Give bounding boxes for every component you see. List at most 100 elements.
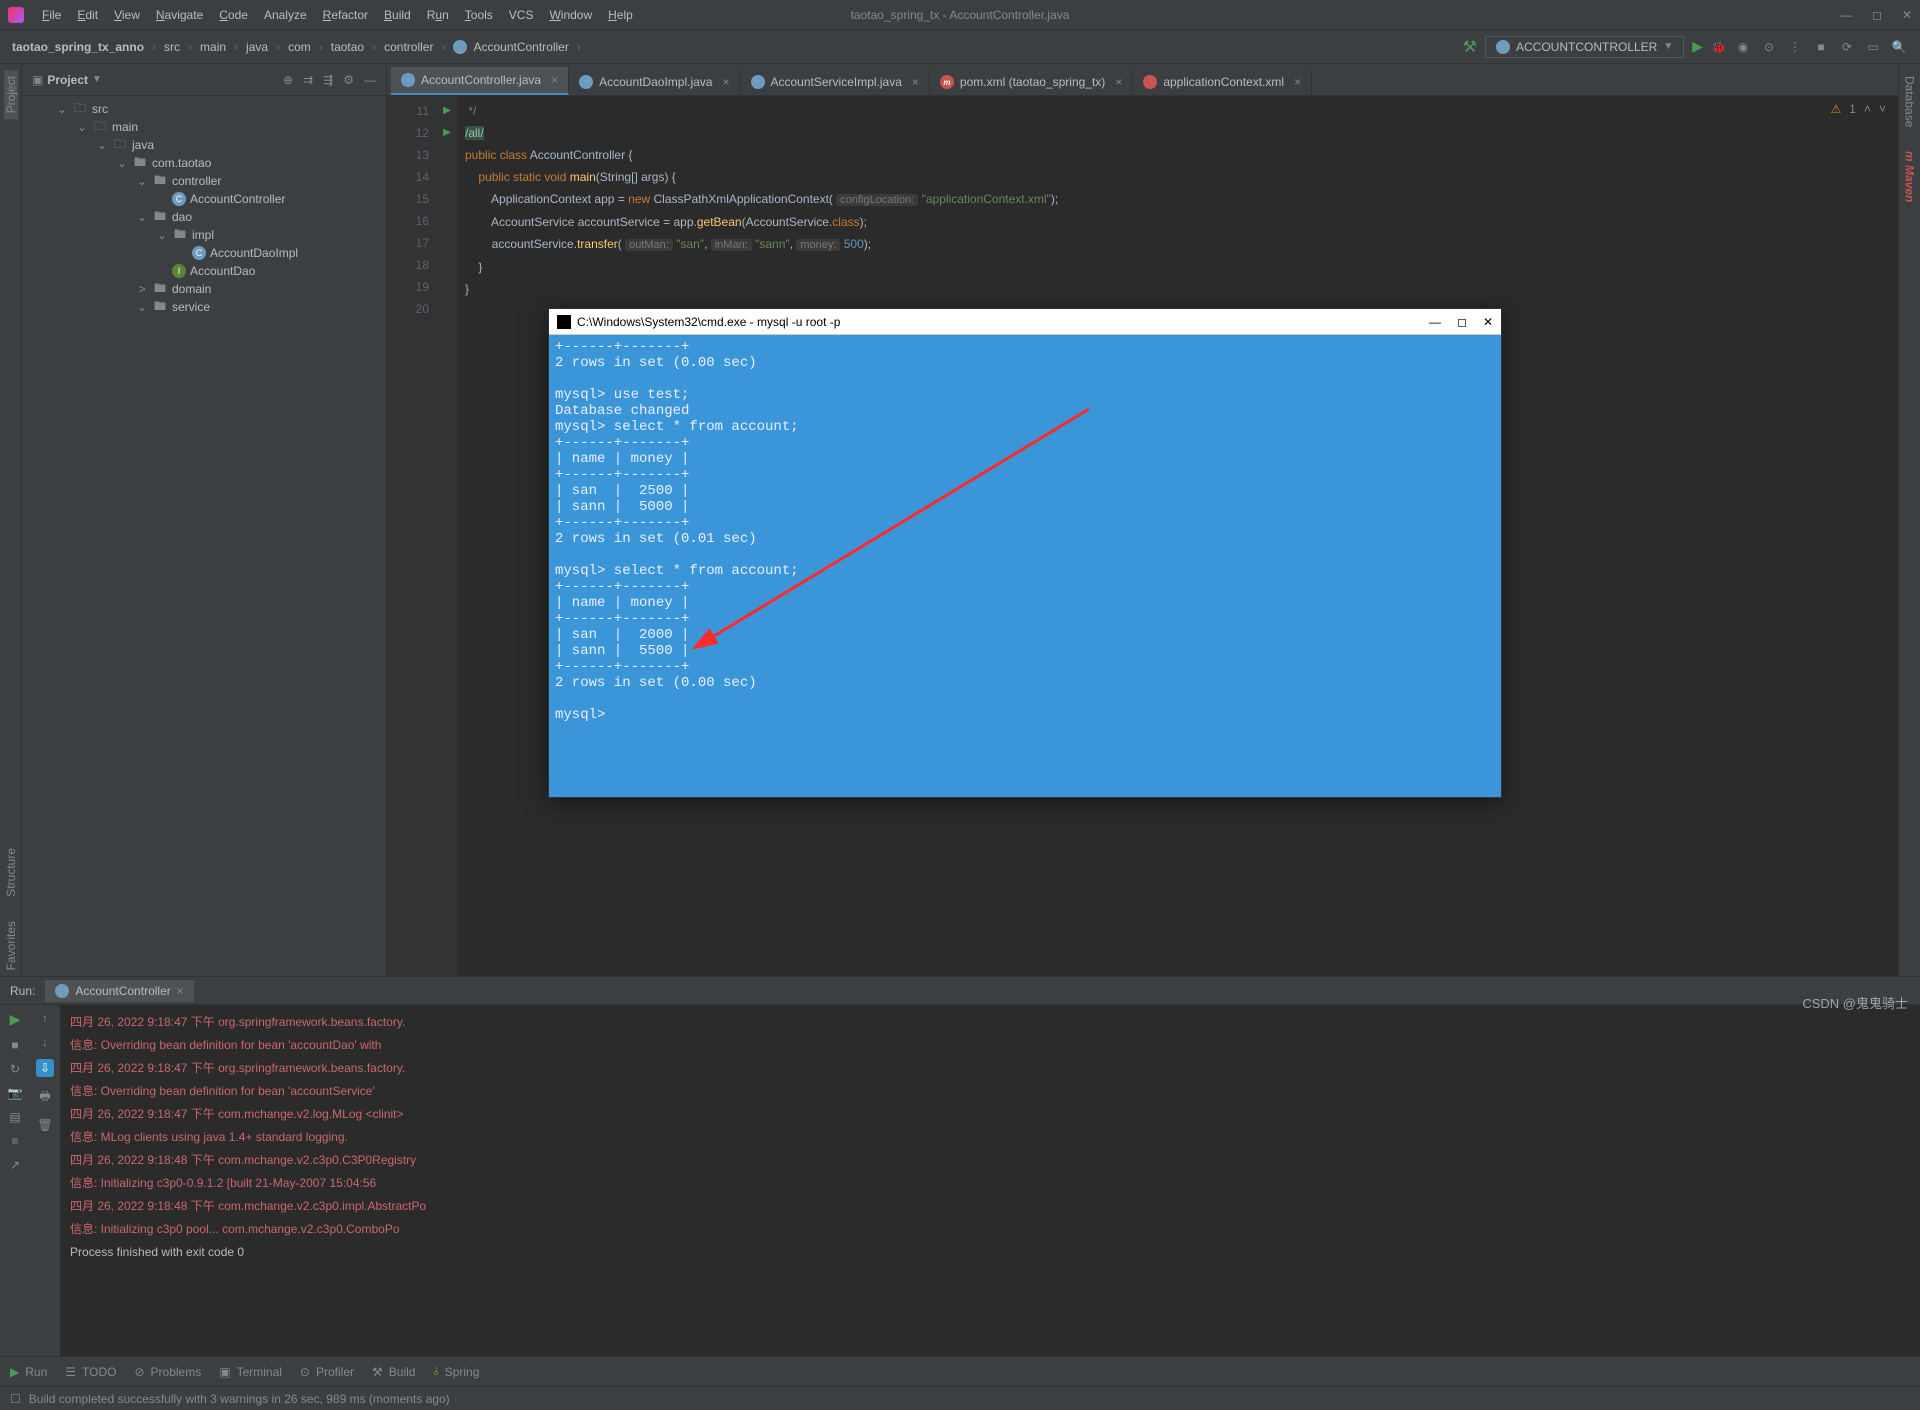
profiler-icon[interactable]: ⊙: [1760, 40, 1778, 54]
tree-item[interactable]: >🖿domain: [22, 280, 386, 298]
close-icon[interactable]: ×: [177, 984, 184, 998]
expand-icon[interactable]: ⇉: [303, 73, 313, 87]
project-tree[interactable]: ⌄🗀src⌄🗀main⌄🗀java⌄🖿com.taotao⌄🖿controlle…: [22, 96, 386, 976]
menu-refactor[interactable]: Refactor: [315, 8, 376, 22]
tool-build[interactable]: ⚒Build: [372, 1365, 415, 1379]
sidebar-tab-project[interactable]: Project: [4, 70, 18, 119]
tool-todo[interactable]: ☰TODO: [65, 1365, 116, 1379]
debug-icon[interactable]: 🐞: [1711, 40, 1726, 54]
collapse-icon[interactable]: ⇶: [323, 73, 333, 87]
menu-tools[interactable]: Tools: [457, 8, 501, 22]
tree-item[interactable]: CAccountController: [22, 190, 386, 208]
crumb[interactable]: AccountController: [473, 40, 568, 54]
select-opened-icon[interactable]: ⊕: [283, 73, 293, 87]
sidebar-tab-database[interactable]: Database: [1903, 70, 1917, 133]
editor-tab[interactable]: applicationContext.xml×: [1133, 69, 1312, 95]
menu-edit[interactable]: Edit: [69, 8, 106, 22]
editor-tab[interactable]: AccountController.java×: [391, 67, 569, 95]
editor-inspections[interactable]: ⚠ 1 ˄ ˅: [1831, 102, 1886, 116]
tree-item[interactable]: ⌄🖿dao: [22, 208, 386, 226]
chevron-up-icon[interactable]: ˄: [1864, 102, 1871, 116]
stop-icon[interactable]: ■: [1812, 40, 1830, 54]
search-icon[interactable]: 🔍: [1890, 40, 1908, 54]
crumb[interactable]: taotao: [331, 40, 364, 54]
tree-item[interactable]: ⌄🖿com.taotao: [22, 154, 386, 172]
minimize-icon[interactable]: —: [1429, 315, 1441, 329]
settings-icon[interactable]: ⚙: [343, 73, 354, 87]
exit-icon[interactable]: ↗: [10, 1158, 20, 1172]
tool-problems[interactable]: ⊘Problems: [134, 1365, 201, 1379]
vcs-icon[interactable]: ⟳: [1838, 40, 1856, 54]
print-icon[interactable]: 🖶: [39, 1087, 50, 1108]
tool-terminal[interactable]: ▣Terminal: [219, 1365, 282, 1379]
cmd-titlebar[interactable]: C:\Windows\System32\cmd.exe - mysql -u r…: [549, 309, 1501, 335]
menu-navigate[interactable]: Navigate: [148, 8, 211, 22]
sidebar-tab-structure[interactable]: Structure: [4, 842, 18, 903]
up-icon[interactable]: ↑: [42, 1011, 48, 1025]
tree-item[interactable]: ⌄🖿service: [22, 298, 386, 316]
menu-vcs[interactable]: VCS: [501, 8, 542, 22]
build-icon[interactable]: ⚒: [1463, 37, 1477, 57]
tree-item[interactable]: ⌄🗀java: [22, 136, 386, 154]
restart-icon[interactable]: ↻: [10, 1062, 20, 1076]
tree-item[interactable]: ⌄🖿impl: [22, 226, 386, 244]
run-tab[interactable]: AccountController ×: [45, 980, 193, 1002]
camera-icon[interactable]: 📷: [8, 1086, 23, 1100]
crumb[interactable]: src: [164, 40, 180, 54]
app-icon: [8, 7, 24, 23]
menu-code[interactable]: Code: [211, 8, 256, 22]
editor-tab[interactable]: AccountServiceImpl.java×: [741, 69, 930, 95]
pin-icon[interactable]: ≡: [11, 1134, 18, 1148]
toolbar: taotao_spring_tx_anno› src› main› java› …: [0, 30, 1920, 64]
chevron-down-icon[interactable]: ˅: [1879, 102, 1886, 116]
tree-item[interactable]: ⌄🗀src: [22, 100, 386, 118]
tree-item[interactable]: ⌄🗀main: [22, 118, 386, 136]
crumb-project[interactable]: taotao_spring_tx_anno: [12, 40, 144, 54]
cmd-output[interactable]: +------+-------+ 2 rows in set (0.00 sec…: [549, 335, 1501, 797]
cmd-window[interactable]: C:\Windows\System32\cmd.exe - mysql -u r…: [548, 308, 1502, 798]
ide-icon[interactable]: ▭: [1864, 40, 1882, 54]
crumb[interactable]: controller: [384, 40, 433, 54]
menu-build[interactable]: Build: [376, 8, 419, 22]
soft-wrap-icon[interactable]: ⇩: [36, 1059, 54, 1077]
clear-icon[interactable]: 🗑: [37, 1118, 52, 1132]
maximize-icon[interactable]: ◻: [1872, 8, 1882, 22]
editor-tab[interactable]: AccountDaoImpl.java×: [569, 69, 740, 95]
console-output[interactable]: 四月 26, 2022 9:18:47 下午 org.springframewo…: [60, 1005, 1920, 1356]
line-gutter: 11121314151617181920: [387, 96, 437, 976]
rerun-icon[interactable]: ▶: [10, 1011, 21, 1028]
tool-spring[interactable]: ⫰Spring: [433, 1364, 479, 1379]
attach-icon[interactable]: ⋮: [1786, 40, 1804, 54]
tool-run[interactable]: ▶Run: [10, 1365, 47, 1379]
run-config-dropdown[interactable]: ACCOUNTCONTROLLER ▼: [1485, 36, 1684, 58]
editor-tab[interactable]: mpom.xml (taotao_spring_tx)×: [930, 69, 1133, 95]
minimize-icon[interactable]: —: [1840, 8, 1852, 22]
sidebar-tab-favorites[interactable]: Favorites: [4, 915, 18, 976]
menu-view[interactable]: View: [106, 8, 148, 22]
bottom-tool-bar: ▶Run ☰TODO ⊘Problems ▣Terminal ⊙Profiler…: [0, 1356, 1920, 1386]
crumb[interactable]: java: [246, 40, 268, 54]
coverage-icon[interactable]: ◉: [1734, 40, 1752, 54]
tree-item[interactable]: IAccountDao: [22, 262, 386, 280]
warning-count: 1: [1849, 102, 1856, 116]
menu-help[interactable]: Help: [600, 8, 641, 22]
menu-window[interactable]: Window: [541, 8, 600, 22]
menu-file[interactable]: FFileile: [34, 8, 69, 22]
menu-run[interactable]: Run: [419, 8, 457, 22]
project-panel-title: Project: [47, 73, 88, 87]
close-icon[interactable]: ✕: [1483, 315, 1493, 329]
tree-item[interactable]: CAccountDaoImpl: [22, 244, 386, 262]
maximize-icon[interactable]: ◻: [1457, 315, 1467, 329]
run-icon[interactable]: ▶: [1692, 38, 1703, 55]
crumb[interactable]: main: [200, 40, 226, 54]
layout-icon[interactable]: ▤: [9, 1110, 20, 1124]
stop-icon[interactable]: ■: [11, 1038, 18, 1052]
down-icon[interactable]: ↓: [42, 1035, 48, 1049]
crumb[interactable]: com: [288, 40, 311, 54]
tree-item[interactable]: ⌄🖿controller: [22, 172, 386, 190]
close-icon[interactable]: ✕: [1902, 8, 1912, 22]
menu-analyze[interactable]: Analyze: [256, 8, 315, 22]
sidebar-tab-maven[interactable]: m Maven: [1903, 145, 1917, 208]
hide-icon[interactable]: —: [364, 73, 376, 87]
tool-profiler[interactable]: ⊙Profiler: [300, 1365, 354, 1379]
